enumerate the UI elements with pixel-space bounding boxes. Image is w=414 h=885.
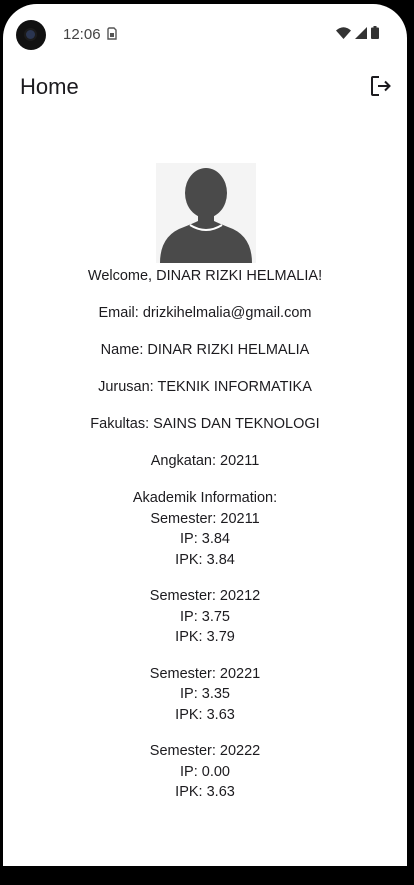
akademik-section: Akademik Information: Semester: 20211 IP… (3, 488, 407, 803)
semester-block: Semester: 20211 IP: 3.84 IPK: 3.84 (3, 509, 407, 571)
semester-label: Semester: 20212 (149, 588, 261, 604)
semester-label: Semester: 20221 (149, 665, 261, 682)
page-title: Home (20, 74, 79, 99)
jurusan-text: Jurusan: TEKNIK INFORMATIKA (98, 379, 312, 395)
ip-value: IP: 3.84 (180, 531, 230, 547)
logout-button[interactable] (365, 72, 397, 104)
status-time: 12:06 (63, 26, 101, 43)
akademik-heading: Akademik Information: (132, 490, 278, 506)
navigation-bar (0, 866, 414, 885)
phone-screen: 12:06 Home Welcome, DINAR RIZKI HELMALIA… (3, 4, 407, 866)
semester-label: Semester: 20222 (149, 743, 261, 759)
semester-label: Semester: 20211 (150, 510, 260, 527)
ipk-value: IPK: 3.79 (175, 629, 235, 645)
semester-block: Semester: 20221 IP: 3.35 IPK: 3.63 (3, 664, 407, 726)
wifi-icon (336, 26, 351, 44)
ip-value: IP: 0.00 (180, 763, 230, 780)
angkatan-text: Angkatan: 20211 (150, 453, 260, 469)
semester-block: Semester: 20212 IP: 3.75 IPK: 3.79 (3, 586, 407, 648)
logout-icon (369, 74, 393, 103)
app-bar: Home (3, 60, 407, 116)
ip-value: IP: 3.35 (180, 686, 230, 702)
profile-content: Welcome, DINAR RIZKI HELMALIA! Email: dr… (3, 266, 407, 803)
name-text: Name: DINAR RIZKI HELMALIA (100, 342, 310, 358)
ipk-value: IPK: 3.63 (175, 706, 235, 723)
sim-card-icon (107, 27, 117, 45)
email-text: Email: drizkihelmalia@gmail.com (98, 305, 312, 321)
ipk-value: IPK: 3.63 (175, 784, 235, 800)
semester-block: Semester: 20222 IP: 0.00 IPK: 3.63 (3, 741, 407, 803)
ipk-value: IPK: 3.84 (175, 551, 235, 568)
ip-value: IP: 3.75 (180, 608, 230, 625)
status-bar: 12:06 (3, 4, 407, 60)
system-icons (336, 26, 379, 44)
person-silhouette-icon (160, 168, 252, 263)
welcome-text: Welcome, DINAR RIZKI HELMALIA! (87, 268, 323, 284)
battery-icon (371, 26, 379, 44)
front-camera (16, 20, 46, 50)
fakultas-text: Fakultas: SAINS DAN TEKNOLOGI (90, 416, 320, 432)
cellular-signal-icon (355, 26, 367, 44)
avatar (156, 163, 256, 263)
